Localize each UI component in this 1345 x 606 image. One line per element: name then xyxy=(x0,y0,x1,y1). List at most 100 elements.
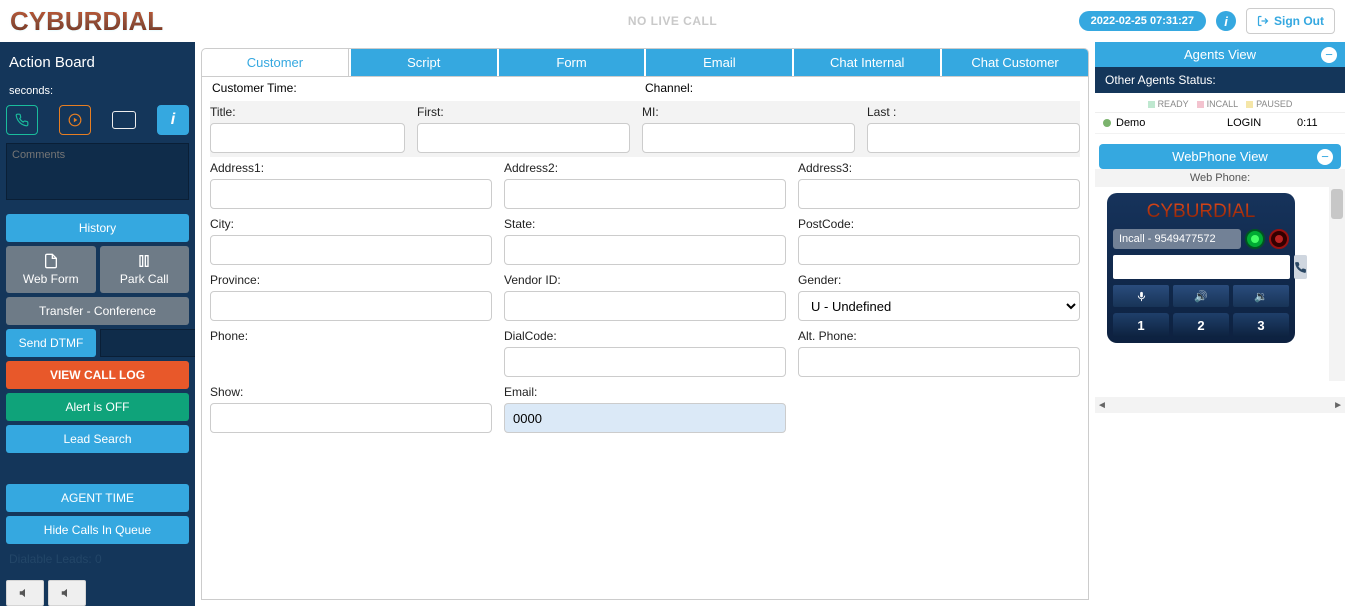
webphone-mute-button[interactable] xyxy=(1113,285,1169,307)
customer-form: Customer Time: Channel: Title: First: MI… xyxy=(201,77,1089,600)
altphone-field[interactable] xyxy=(798,347,1080,377)
email-field[interactable] xyxy=(504,403,786,433)
webphone-vol-down-button[interactable]: 🔉 xyxy=(1233,285,1289,307)
status-indicator xyxy=(112,111,136,129)
first-field[interactable] xyxy=(417,123,630,153)
keypad-1[interactable]: 1 xyxy=(1113,313,1169,337)
collapse-icon[interactable]: − xyxy=(1317,149,1333,165)
pause-icon xyxy=(136,253,152,269)
web-form-button[interactable]: Web Form xyxy=(6,246,96,293)
address1-field[interactable] xyxy=(210,179,492,209)
webphone-dial-input[interactable] xyxy=(1113,255,1290,279)
address3-field[interactable] xyxy=(798,179,1080,209)
volume-down-button[interactable] xyxy=(6,580,44,606)
tab-bar: Customer Script Form Email Chat Internal… xyxy=(201,48,1089,77)
show-label: Show: xyxy=(210,385,492,399)
right-sidebar: Agents View − Other Agents Status: READY… xyxy=(1095,42,1345,606)
vendorid-label: Vendor ID: xyxy=(504,273,786,287)
title-label: Title: xyxy=(210,105,405,119)
gender-select[interactable]: U - Undefined xyxy=(798,291,1080,321)
dialable-leads-label: Dialable Leads: 0 xyxy=(6,548,189,570)
tab-script[interactable]: Script xyxy=(349,49,497,76)
agents-view-label: Agents View xyxy=(1184,47,1256,62)
collapse-icon[interactable]: − xyxy=(1321,47,1337,63)
lead-search-button[interactable]: Lead Search xyxy=(6,425,189,453)
last-field[interactable] xyxy=(867,123,1080,153)
dtmf-input[interactable] xyxy=(100,329,195,357)
tab-chat-internal[interactable]: Chat Internal xyxy=(792,49,940,76)
scroll-right-icon[interactable]: ► xyxy=(1333,400,1343,411)
agents-view-header[interactable]: Agents View − xyxy=(1095,42,1345,67)
tab-customer[interactable]: Customer xyxy=(202,49,349,76)
webphone-logo: CYBURDIAL xyxy=(1113,201,1289,223)
sign-out-button[interactable]: Sign Out xyxy=(1246,8,1335,34)
tab-email[interactable]: Email xyxy=(644,49,792,76)
title-field[interactable] xyxy=(210,123,405,153)
province-field[interactable] xyxy=(210,291,492,321)
state-field[interactable] xyxy=(504,235,786,265)
webphone-frame: CYBURDIAL Incall - 9549477572 xyxy=(1095,187,1345,397)
info-icon[interactable]: i xyxy=(1216,11,1236,31)
app-logo: CYBURDIAL xyxy=(10,6,163,37)
webphone-view-header[interactable]: WebPhone View − xyxy=(1099,144,1341,169)
scrollbar-thumb[interactable] xyxy=(1331,189,1343,219)
postcode-field[interactable] xyxy=(798,235,1080,265)
top-bar: CYBURDIAL NO LIVE CALL 2022-02-25 07:31:… xyxy=(0,0,1345,42)
comments-input[interactable] xyxy=(6,143,189,200)
scroll-left-icon[interactable]: ◄ xyxy=(1097,400,1107,411)
dial-button[interactable] xyxy=(6,105,38,135)
hide-calls-queue-button[interactable]: Hide Calls In Queue xyxy=(6,516,189,544)
other-agents-header: Other Agents Status: xyxy=(1095,67,1345,93)
status-legend: READY INCALL PAUSED xyxy=(1095,93,1345,113)
tab-form[interactable]: Form xyxy=(497,49,645,76)
last-label: Last : xyxy=(867,105,1080,119)
webphone-answer-button[interactable] xyxy=(1245,229,1265,249)
customer-time-label: Customer Time: xyxy=(212,81,645,95)
document-icon xyxy=(43,253,59,269)
alert-toggle-button[interactable]: Alert is OFF xyxy=(6,393,189,421)
park-call-button[interactable]: Park Call xyxy=(100,246,190,293)
volume-up-button[interactable] xyxy=(48,580,86,606)
sign-out-label: Sign Out xyxy=(1274,14,1324,28)
webphone-device: CYBURDIAL Incall - 9549477572 xyxy=(1107,193,1295,343)
agent-row[interactable]: Demo LOGIN 0:11 xyxy=(1095,113,1345,134)
main-panel: Customer Script Form Email Chat Internal… xyxy=(195,42,1095,606)
view-call-log-button[interactable]: VIEW CALL LOG xyxy=(6,361,189,389)
vendorid-field[interactable] xyxy=(504,291,786,321)
webphone-hangup-button[interactable] xyxy=(1269,229,1289,249)
webphone-vol-up-button[interactable]: 🔊 xyxy=(1173,285,1229,307)
phone-label: Phone: xyxy=(210,329,492,343)
seconds-label: seconds: xyxy=(6,83,189,101)
email-label: Email: xyxy=(504,385,786,399)
legend-incall: INCALL xyxy=(1197,99,1239,109)
legend-paused: PAUSED xyxy=(1246,99,1292,109)
gender-label: Gender: xyxy=(798,273,1080,287)
dialcode-field[interactable] xyxy=(504,347,786,377)
timestamp-pill: 2022-02-25 07:31:27 xyxy=(1079,11,1206,31)
mi-field[interactable] xyxy=(642,123,855,153)
sign-out-icon xyxy=(1257,15,1269,27)
history-button[interactable]: History xyxy=(6,214,189,242)
show-field[interactable] xyxy=(210,403,492,433)
action-info-button[interactable]: i xyxy=(157,105,189,135)
city-field[interactable] xyxy=(210,235,492,265)
keypad-3[interactable]: 3 xyxy=(1233,313,1289,337)
send-dtmf-button[interactable]: Send DTMF xyxy=(6,329,96,357)
mi-label: MI: xyxy=(642,105,855,119)
webphone-status: Incall - 9549477572 xyxy=(1113,229,1241,249)
tab-chat-customer[interactable]: Chat Customer xyxy=(940,49,1088,76)
address2-field[interactable] xyxy=(504,179,786,209)
keypad-2[interactable]: 2 xyxy=(1173,313,1229,337)
transfer-conference-button[interactable]: Transfer - Conference xyxy=(6,297,189,325)
state-label: State: xyxy=(504,217,786,231)
dialcode-label: DialCode: xyxy=(504,329,786,343)
agent-time-button[interactable]: AGENT TIME xyxy=(6,484,189,512)
record-button[interactable] xyxy=(59,105,91,135)
webphone-call-button[interactable] xyxy=(1294,255,1307,279)
webphone-scrollbar[interactable] xyxy=(1329,187,1345,381)
phone-icon xyxy=(15,113,29,127)
webphone-title: Web Phone: xyxy=(1095,169,1345,187)
webphone-view-label: WebPhone View xyxy=(1172,149,1268,164)
phone-field[interactable] xyxy=(210,347,492,367)
webphone-hscroll[interactable]: ◄ ► xyxy=(1095,397,1345,413)
